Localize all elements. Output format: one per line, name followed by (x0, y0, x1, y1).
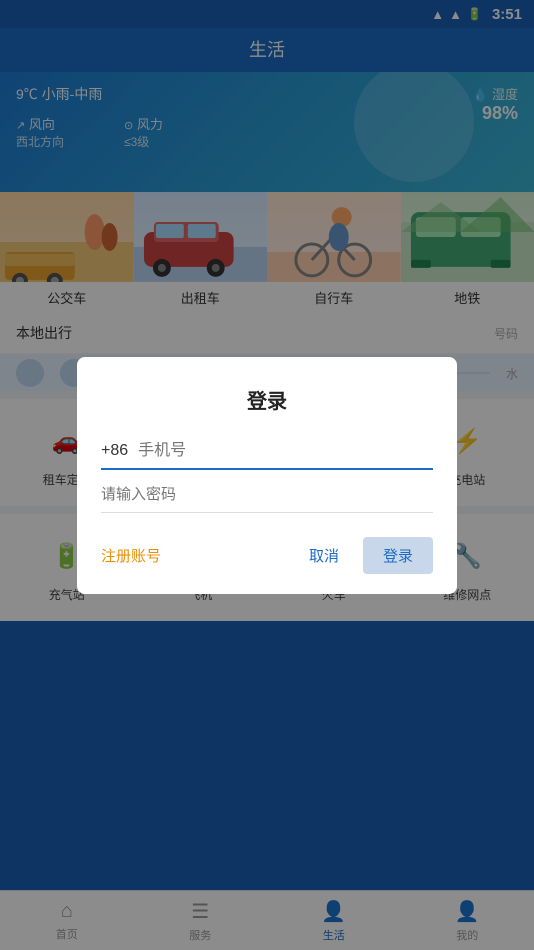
modal-actions: 注册账号 取消 登录 (101, 537, 433, 574)
modal-title: 登录 (101, 385, 433, 414)
phone-input[interactable] (138, 442, 433, 460)
register-button[interactable]: 注册账号 (101, 545, 161, 566)
cancel-button[interactable]: 取消 (293, 537, 355, 574)
country-code: +86 (101, 442, 128, 460)
password-input-row (101, 486, 433, 513)
modal-overlay[interactable]: 登录 +86 注册账号 取消 登录 (0, 0, 534, 950)
modal-right-actions: 取消 登录 (293, 537, 433, 574)
login-modal: 登录 +86 注册账号 取消 登录 (77, 357, 457, 594)
login-button[interactable]: 登录 (363, 537, 433, 574)
password-input[interactable] (101, 486, 433, 503)
phone-input-row: +86 (101, 442, 433, 470)
